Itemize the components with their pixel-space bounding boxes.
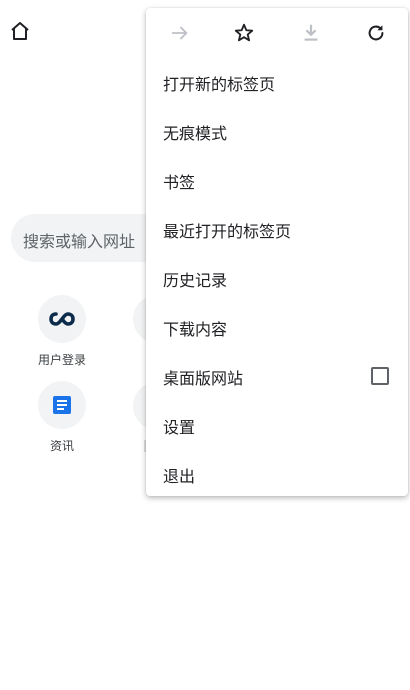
tile-news[interactable]: 资讯 <box>22 381 102 454</box>
menu-item-label: 下载内容 <box>163 319 228 339</box>
menu-item-label: 打开新的标签页 <box>163 74 276 94</box>
search-placeholder: 搜索或输入网址 <box>23 232 136 251</box>
menu-item-history[interactable]: 历史记录 <box>146 254 408 303</box>
desktop-site-checkbox[interactable] <box>371 367 389 385</box>
menu-item-bookmarks[interactable]: 书签 <box>146 156 408 205</box>
forward-arrow-icon <box>171 26 188 40</box>
infinity-logo-icon <box>49 312 75 326</box>
menu-item-label: 退出 <box>163 466 196 486</box>
star-bookmark-icon <box>234 23 254 42</box>
download-icon <box>304 24 318 41</box>
tile-user-login[interactable]: 用户登录 <box>22 295 102 368</box>
home-icon <box>11 22 29 40</box>
menu-item-label: 设置 <box>163 417 196 437</box>
tile-label: 用户登录 <box>37 353 86 367</box>
news-doc-icon <box>53 396 71 414</box>
menu-item-settings[interactable]: 设置 <box>146 401 408 450</box>
menu-item-incognito[interactable]: 无痕模式 <box>146 107 408 156</box>
home-button[interactable] <box>8 19 32 43</box>
menu-item-label: 无痕模式 <box>163 123 228 143</box>
menu-toolbar <box>146 8 408 58</box>
menu-item-desktop-site[interactable]: 桌面版网站 <box>146 352 408 401</box>
menu-item-exit[interactable]: 退出 <box>146 450 408 499</box>
forward-button[interactable] <box>168 21 192 45</box>
download-button[interactable] <box>299 21 323 45</box>
menu-item-new-tab[interactable]: 打开新的标签页 <box>146 58 408 107</box>
bookmark-button[interactable] <box>232 21 256 45</box>
tile-label: 资讯 <box>49 439 74 453</box>
reload-button[interactable] <box>364 21 388 45</box>
menu-item-label: 最近打开的标签页 <box>163 221 292 241</box>
overflow-menu: 打开新的标签页 无痕模式 书签 最近打开的标签页 历史记录 下载内容 桌面版网站… <box>146 8 408 496</box>
reload-icon <box>368 25 384 41</box>
menu-item-label: 书签 <box>163 172 196 192</box>
menu-item-recent-tabs[interactable]: 最近打开的标签页 <box>146 205 408 254</box>
menu-item-label: 桌面版网站 <box>163 368 244 388</box>
menu-item-label: 历史记录 <box>163 270 228 290</box>
menu-item-downloads[interactable]: 下载内容 <box>146 303 408 352</box>
